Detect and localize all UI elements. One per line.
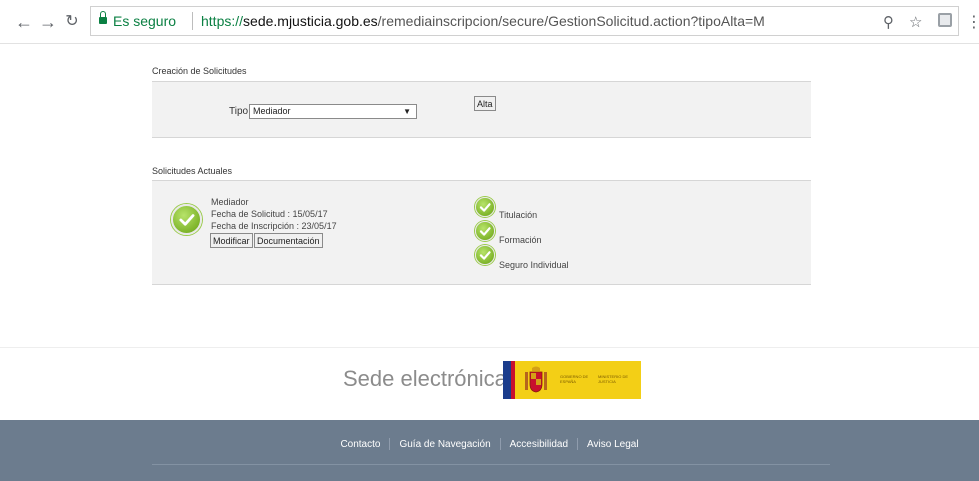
requirement-seguro: Seguro Individual — [499, 260, 569, 270]
url-host: sede.mjusticia.gob.es — [243, 13, 378, 29]
current-title: Solicitudes Actuales — [152, 166, 233, 176]
back-icon[interactable]: ← — [14, 12, 34, 32]
solicitud-type: Mediador — [211, 197, 249, 207]
alta-button[interactable]: Alta — [474, 96, 496, 111]
footer-link-aviso-legal[interactable]: Aviso Legal — [578, 439, 648, 450]
url-scheme: https:// — [201, 13, 244, 29]
tipo-label: Tipo: — [229, 106, 251, 117]
address-bar[interactable]: Es seguro https://sede.mjusticia.gob.es/… — [90, 6, 959, 36]
url-text[interactable]: https://sede.mjusticia.gob.es/remediains… — [201, 13, 765, 29]
creation-title: Creación de Solicitudes — [152, 66, 247, 76]
star-icon[interactable]: ☆ — [909, 13, 922, 31]
gobierno-logo: GOBIERNO DE ESPAÑA MINISTERIO DE JUSTICI… — [503, 361, 641, 399]
zoom-icon[interactable]: ⚲ — [883, 13, 894, 31]
tipo-select-value: Mediador — [253, 106, 291, 116]
footer-bar — [0, 420, 979, 481]
formacion-check-icon — [475, 221, 495, 241]
browser-toolbar: ← → ↻ Es seguro https://sede.mjusticia.g… — [0, 0, 979, 44]
status-check-icon — [171, 204, 202, 235]
dropdown-arrow-icon: ▼ — [403, 107, 411, 116]
tipo-select[interactable]: Mediador ▼ — [249, 104, 417, 119]
address-separator — [192, 12, 193, 30]
url-path: /remediainscripcion/secure/GestionSolici… — [377, 13, 765, 29]
menu-icon[interactable]: ⋮ — [966, 12, 979, 32]
documentacion-button[interactable]: Documentación — [254, 233, 323, 248]
reload-icon[interactable]: ↻ — [62, 12, 82, 32]
eu-flag-stripe — [503, 361, 511, 399]
footer-link-guia[interactable]: Guía de Navegación — [390, 439, 499, 450]
modificar-button[interactable]: Modificar — [210, 233, 253, 248]
requirement-titulacion: Titulación — [499, 210, 538, 220]
fecha-inscripcion: Fecha de Inscripción : 23/05/17 — [211, 221, 337, 231]
titulacion-check-icon — [475, 197, 495, 217]
extension-icon[interactable] — [938, 13, 952, 27]
footer-links: Contacto Guía de Navegación Accesibilidad A… — [0, 438, 979, 450]
forward-icon[interactable]: → — [38, 12, 58, 32]
footer-link-accesibilidad[interactable]: Accesibilidad — [501, 439, 577, 450]
footer-link-contacto[interactable]: Contacto — [331, 439, 389, 450]
fecha-solicitud: Fecha de Solicitud : 15/05/17 — [211, 209, 328, 219]
requirement-formacion: Formación — [499, 235, 542, 245]
gobierno-text: GOBIERNO DE ESPAÑA — [560, 374, 589, 384]
ministerio-text: MINISTERIO DE JUSTICIA — [598, 374, 629, 384]
footer-divider — [152, 464, 830, 465]
sede-electronica-title: Sede electrónica — [343, 366, 507, 391]
lock-icon — [99, 11, 107, 25]
flag-stripe — [511, 361, 515, 399]
seguro-check-icon — [475, 245, 495, 265]
coat-of-arms-icon — [525, 366, 547, 393]
secure-label: Es seguro — [113, 13, 177, 29]
